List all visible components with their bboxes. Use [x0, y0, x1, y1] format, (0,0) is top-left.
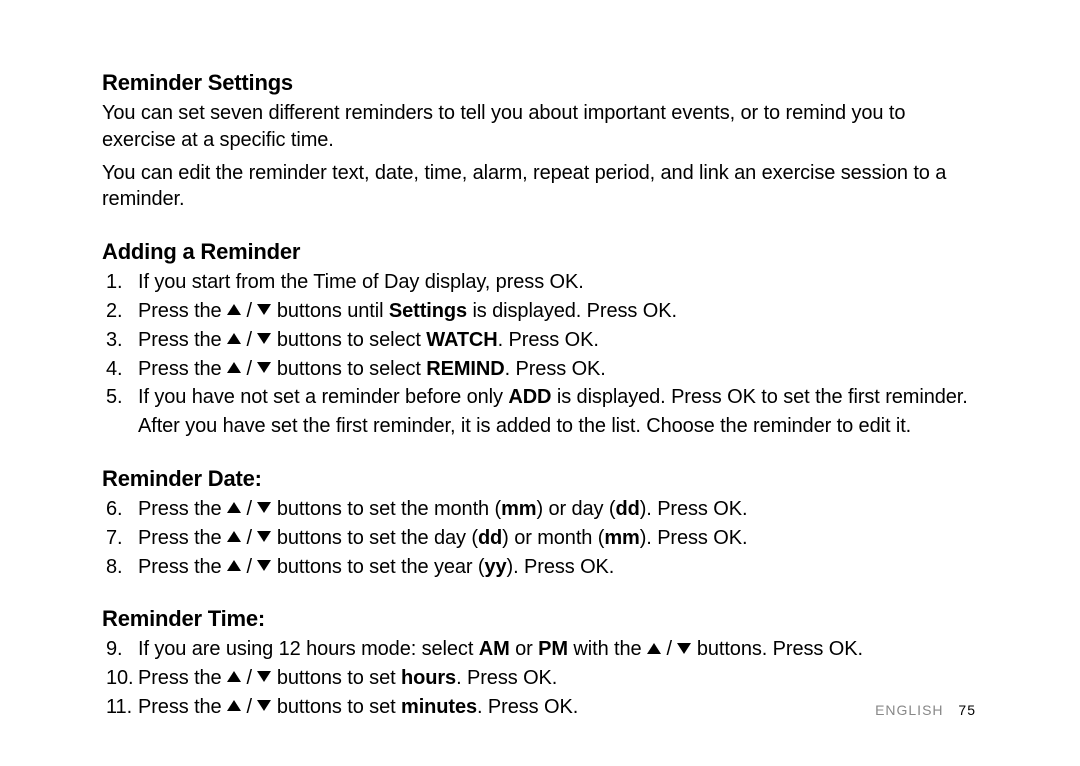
list-item: If you start from the Time of Day displa… — [132, 269, 978, 296]
section-reminder-time: Reminder Time: If you are using 12 hours… — [102, 606, 978, 720]
paragraph: You can edit the reminder text, date, ti… — [102, 160, 978, 214]
footer-language: ENGLISH — [875, 702, 943, 718]
up-arrow-icon — [227, 362, 241, 373]
paragraph: You can set seven different reminders to… — [102, 100, 978, 154]
heading-adding-reminder: Adding a Reminder — [102, 239, 978, 265]
list-item: Press the / buttons to set minutes. Pres… — [132, 694, 978, 721]
down-arrow-icon — [257, 560, 271, 571]
up-arrow-icon — [227, 333, 241, 344]
manual-page: Reminder Settings You can set seven diff… — [0, 0, 1080, 766]
down-arrow-icon — [677, 643, 691, 654]
footer-page-number: 75 — [958, 702, 976, 718]
up-arrow-icon — [227, 502, 241, 513]
list-item: Press the / buttons until Settings is di… — [132, 298, 978, 325]
list-item: Press the / buttons to select REMIND. Pr… — [132, 356, 978, 383]
heading-reminder-date: Reminder Date: — [102, 466, 978, 492]
down-arrow-icon — [257, 502, 271, 513]
up-arrow-icon — [647, 643, 661, 654]
down-arrow-icon — [257, 700, 271, 711]
down-arrow-icon — [257, 531, 271, 542]
list-item: Press the / buttons to select WATCH. Pre… — [132, 327, 978, 354]
list-time: If you are using 12 hours mode: select A… — [102, 636, 978, 720]
list-adding: If you start from the Time of Day displa… — [102, 269, 978, 411]
page-footer: ENGLISH 75 — [875, 702, 976, 718]
list-item: If you have not set a reminder before on… — [132, 384, 978, 411]
up-arrow-icon — [227, 560, 241, 571]
section-reminder-settings: Reminder Settings You can set seven diff… — [102, 70, 978, 213]
list-item: Press the / buttons to set the year (yy)… — [132, 554, 978, 581]
list-item: If you are using 12 hours mode: select A… — [132, 636, 978, 663]
down-arrow-icon — [257, 333, 271, 344]
heading-reminder-time: Reminder Time: — [102, 606, 978, 632]
heading-reminder-settings: Reminder Settings — [102, 70, 978, 96]
list-subtext: After you have set the first reminder, i… — [102, 413, 978, 440]
list-item: Press the / buttons to set the day (dd) … — [132, 525, 978, 552]
up-arrow-icon — [227, 304, 241, 315]
list-item: Press the / buttons to set the month (mm… — [132, 496, 978, 523]
down-arrow-icon — [257, 362, 271, 373]
up-arrow-icon — [227, 671, 241, 682]
down-arrow-icon — [257, 671, 271, 682]
list-date: Press the / buttons to set the month (mm… — [102, 496, 978, 580]
up-arrow-icon — [227, 531, 241, 542]
section-reminder-date: Reminder Date: Press the / buttons to se… — [102, 466, 978, 580]
list-item: Press the / buttons to set hours. Press … — [132, 665, 978, 692]
down-arrow-icon — [257, 304, 271, 315]
section-adding-reminder: Adding a Reminder If you start from the … — [102, 239, 978, 440]
up-arrow-icon — [227, 700, 241, 711]
